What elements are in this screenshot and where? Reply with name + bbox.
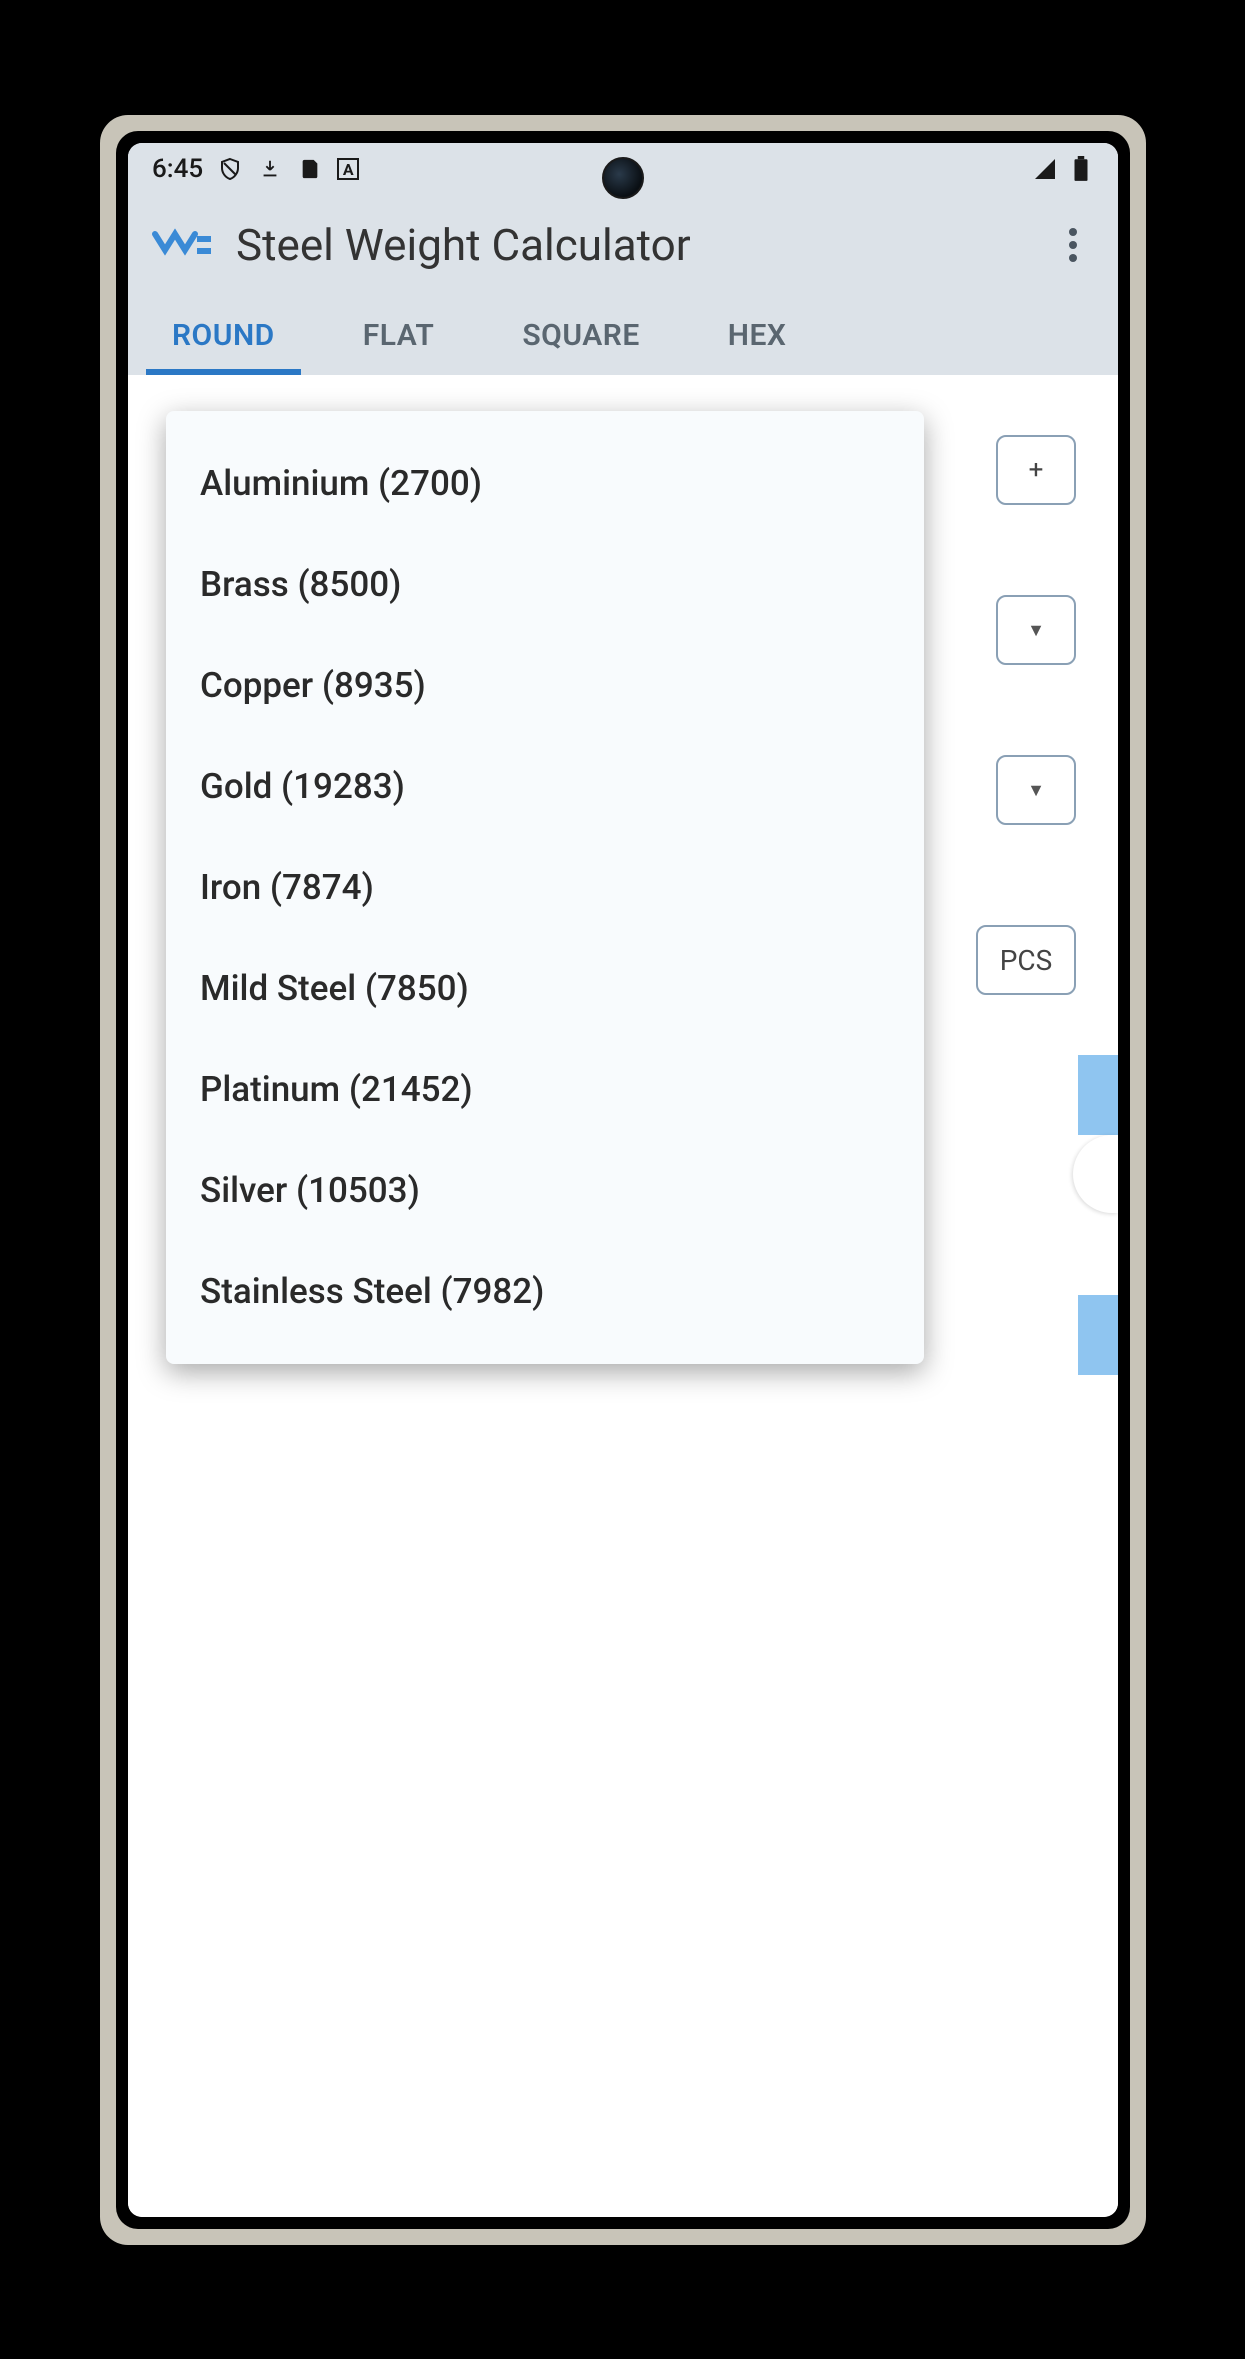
battery-icon: [1068, 156, 1094, 182]
material-option-aluminium[interactable]: Aluminium (2700): [166, 433, 924, 534]
pcs-label: PCS: [976, 925, 1076, 995]
blue-accent-1: [1078, 1055, 1118, 1135]
unit-select-2[interactable]: ▼: [996, 755, 1076, 825]
overflow-menu-button[interactable]: [1048, 228, 1098, 262]
screen: 6:45 A: [128, 143, 1118, 2217]
shield-icon: [217, 156, 243, 182]
phone-frame: 6:45 A: [100, 115, 1146, 2245]
material-option-gold[interactable]: Gold (19283): [166, 736, 924, 837]
pill-button[interactable]: [1073, 1135, 1118, 1213]
material-option-stainless-steel[interactable]: Stainless Steel (7982): [166, 1241, 924, 1342]
download-icon: [257, 156, 283, 182]
sd-card-icon: [297, 156, 323, 182]
add-button[interactable]: +: [996, 435, 1076, 505]
material-option-mild-steel[interactable]: Mild Steel (7850): [166, 938, 924, 1039]
tab-square[interactable]: SQUARE: [478, 295, 683, 375]
tab-hex[interactable]: HEX: [684, 295, 831, 375]
status-left: 6:45 A: [152, 154, 359, 184]
status-time: 6:45: [152, 154, 203, 184]
chevron-down-icon: ▼: [1027, 780, 1045, 801]
material-option-platinum[interactable]: Platinum (21452): [166, 1039, 924, 1140]
signal-icon: [1032, 156, 1058, 182]
app-title: Steel Weight Calculator: [218, 219, 1048, 271]
tab-bar: ROUND FLAT SQUARE HEX: [128, 295, 1118, 375]
material-option-silver[interactable]: Silver (10503): [166, 1140, 924, 1241]
tab-flat[interactable]: FLAT: [319, 295, 479, 375]
content-area: + ▼ ▼ PCS Aluminium (2700) Brass (8500) …: [128, 375, 1118, 2217]
a-box-icon: A: [337, 158, 359, 180]
phone-bezel: 6:45 A: [116, 131, 1130, 2229]
blue-accent-2: [1078, 1295, 1118, 1375]
material-dropdown: Aluminium (2700) Brass (8500) Copper (89…: [166, 411, 924, 1364]
front-camera: [602, 157, 644, 199]
tab-round[interactable]: ROUND: [128, 295, 319, 375]
material-option-copper[interactable]: Copper (8935): [166, 635, 924, 736]
material-option-brass[interactable]: Brass (8500): [166, 534, 924, 635]
status-right: [1032, 156, 1094, 182]
unit-select-1[interactable]: ▼: [996, 595, 1076, 665]
app-bar: Steel Weight Calculator: [128, 195, 1118, 295]
app-logo: [148, 226, 218, 264]
nav-indicator[interactable]: [503, 2210, 743, 2217]
material-option-iron[interactable]: Iron (7874): [166, 837, 924, 938]
chevron-down-icon: ▼: [1027, 620, 1045, 641]
